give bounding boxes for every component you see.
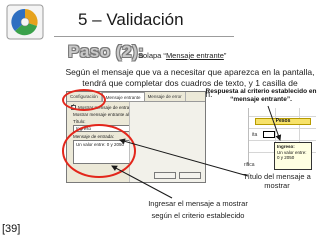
annotation-arrows	[111, 105, 282, 199]
page-number: [39]	[2, 223, 21, 235]
arrow-to-tooltip	[267, 105, 282, 141]
arrow-to-message-field	[111, 165, 173, 199]
arrow-to-title-field	[119, 138, 249, 177]
